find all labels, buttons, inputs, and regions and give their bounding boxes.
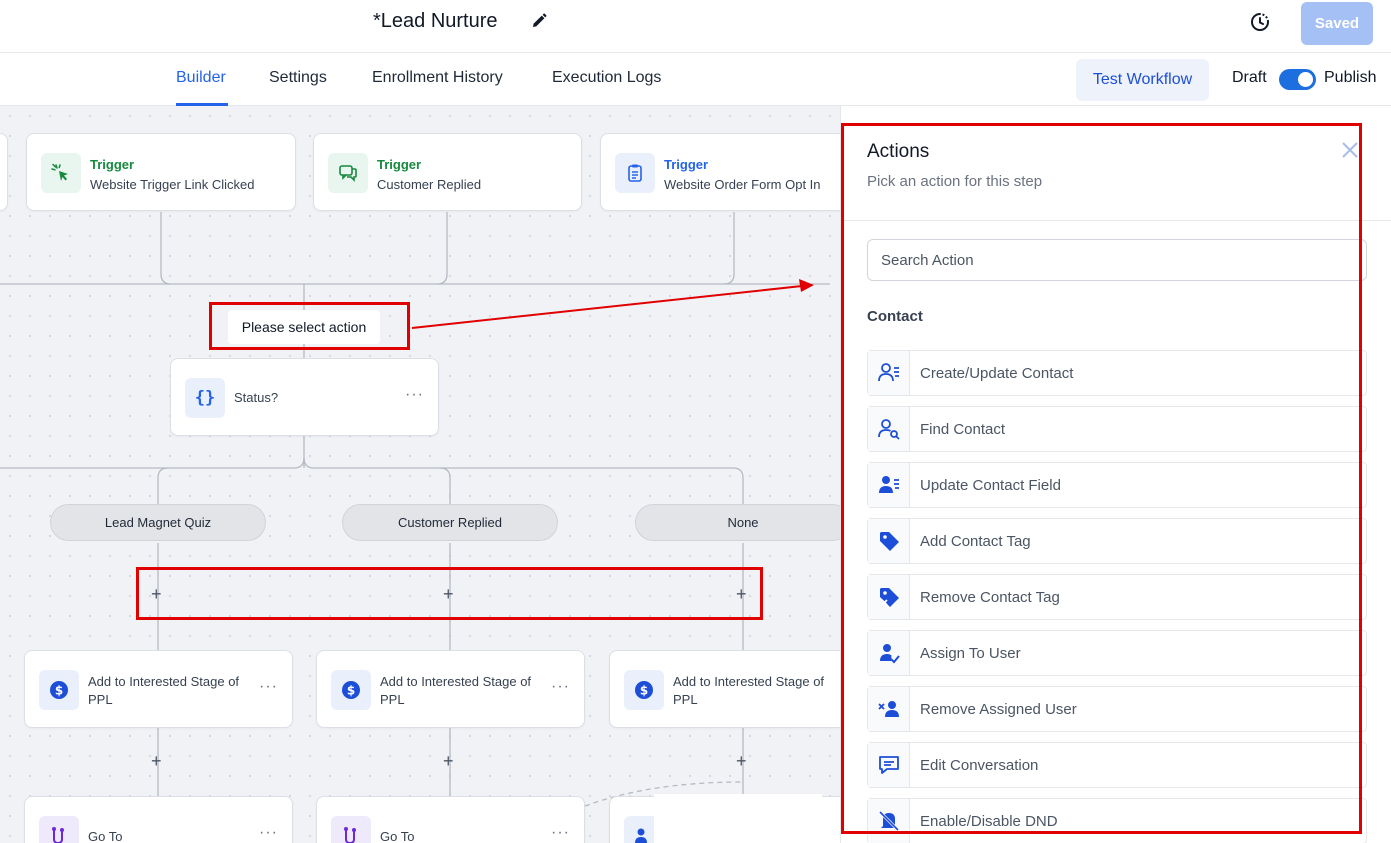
goto-icon <box>39 816 79 843</box>
more-options-icon[interactable]: ··· <box>259 678 278 696</box>
add-step-plus-icon[interactable]: + <box>443 752 454 770</box>
dollar-icon: $ <box>39 670 79 710</box>
more-options-icon[interactable]: ··· <box>405 386 424 404</box>
publish-toggle[interactable] <box>1279 69 1316 90</box>
obscured-area <box>654 794 822 843</box>
tab-bar: Builder Settings Enrollment History Exec… <box>0 53 1391 106</box>
trigger-label: Website Order Form Opt In <box>664 177 821 192</box>
partial-trigger-node[interactable] <box>0 133 8 211</box>
more-options-icon[interactable]: ··· <box>259 824 278 842</box>
trigger-kicker: Trigger <box>90 157 135 172</box>
svg-text:$: $ <box>640 684 648 698</box>
condition-label: Status? <box>234 390 279 405</box>
more-options-icon[interactable]: ··· <box>551 824 570 842</box>
braces-icon: {} <box>185 378 225 418</box>
action-node[interactable]: $ Add to Interested Stage of PPL ··· <box>24 650 293 728</box>
condition-node[interactable]: {} Status? ··· <box>170 358 439 436</box>
action-node[interactable]: $ Add to Interested Stage of PPL ··· <box>316 650 585 728</box>
workflow-canvas[interactable]: Trigger Website Trigger Link Clicked Tri… <box>0 106 840 843</box>
clipboard-icon <box>615 153 655 193</box>
goto-label: Go To <box>380 829 415 843</box>
saved-button[interactable]: Saved <box>1301 2 1373 45</box>
svg-text:$: $ <box>347 684 355 698</box>
connector-lines <box>0 212 830 807</box>
branch-pill[interactable]: Customer Replied <box>342 504 558 541</box>
action-node-label: Add to Interested Stage of PPL <box>380 674 532 707</box>
trigger-kicker: Trigger <box>664 157 709 172</box>
goto-node[interactable]: Go To ··· <box>316 796 585 843</box>
pencil-icon[interactable] <box>530 12 548 30</box>
chat-icon <box>328 153 368 193</box>
branch-pill[interactable]: None <box>635 504 840 541</box>
workflow-title: *Lead Nurture <box>373 10 498 32</box>
top-bar: *Lead Nurture Saved <box>0 0 1391 53</box>
trigger-node[interactable]: Trigger Website Order Form Opt In <box>600 133 840 211</box>
add-step-plus-icon[interactable]: + <box>736 752 747 770</box>
annotation-highlight-box <box>209 302 410 350</box>
annotation-highlight-box <box>841 123 1362 834</box>
more-options-icon[interactable]: ··· <box>551 678 570 696</box>
test-workflow-button[interactable]: Test Workflow <box>1076 59 1209 101</box>
trigger-label: Customer Replied <box>377 177 482 192</box>
dollar-icon: $ <box>624 670 664 710</box>
trigger-kicker: Trigger <box>377 157 422 172</box>
annotation-highlight-box <box>136 567 763 620</box>
goto-icon <box>331 816 371 843</box>
history-icon[interactable] <box>1249 11 1271 33</box>
add-step-plus-icon[interactable]: + <box>151 752 162 770</box>
dollar-icon: $ <box>331 670 371 710</box>
svg-text:$: $ <box>55 684 63 698</box>
tab-builder[interactable]: Builder <box>176 69 226 87</box>
trigger-label: Website Trigger Link Clicked <box>90 177 255 192</box>
trigger-node[interactable]: Trigger Customer Replied <box>313 133 582 211</box>
draft-label: Draft <box>1232 69 1267 86</box>
action-node-label: Add to Interested Stage of PPL <box>673 674 825 707</box>
action-node[interactable]: $ Add to Interested Stage of PPL <box>609 650 840 728</box>
cursor-click-icon <box>41 153 81 193</box>
goto-label: Go To <box>88 829 123 843</box>
branch-pill[interactable]: Lead Magnet Quiz <box>50 504 266 541</box>
publish-label: Publish <box>1324 69 1377 86</box>
trigger-node[interactable]: Trigger Website Trigger Link Clicked <box>26 133 296 211</box>
action-node-label: Add to Interested Stage of PPL <box>88 674 240 707</box>
tab-execution-logs[interactable]: Execution Logs <box>552 69 661 87</box>
goto-node[interactable]: Go To ··· <box>24 796 293 843</box>
tab-enrollment-history[interactable]: Enrollment History <box>372 69 503 87</box>
tab-settings[interactable]: Settings <box>269 69 327 87</box>
